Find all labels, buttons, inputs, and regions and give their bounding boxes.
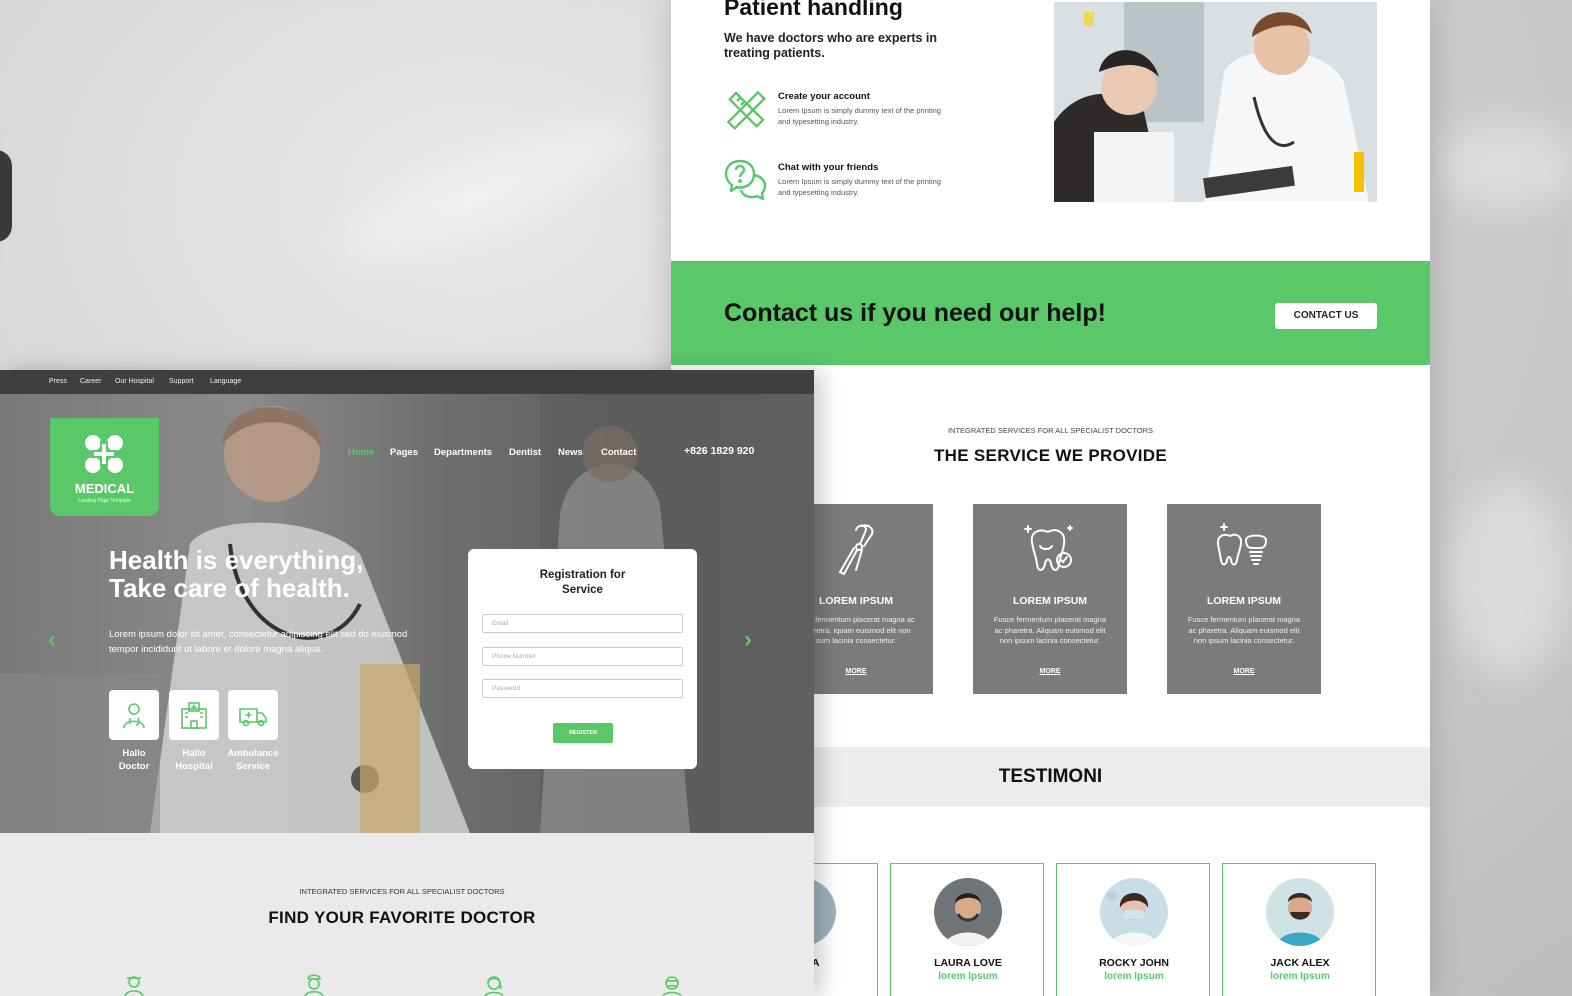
background-light-streak [330, 102, 650, 278]
topbar-link-career[interactable]: Career [80, 378, 101, 385]
register-button[interactable]: REGISTER [553, 723, 613, 743]
nav-item-departments[interactable]: Departments [434, 447, 492, 458]
topbar-link-language[interactable]: Language [210, 378, 241, 385]
testimonial-card[interactable]: ROCKY JOHN lorem Ipsum [1056, 863, 1210, 996]
hospital-icon [181, 702, 207, 729]
hero-headline-line-2: Take care of health. [109, 573, 350, 603]
nav-item-pages[interactable]: Pages [390, 447, 418, 458]
feature-title: Create your account [778, 91, 870, 102]
female-doctor-icon [484, 976, 504, 996]
service-card-title: LOREM IPSUM [1012, 595, 1088, 607]
quick-link-ambulance[interactable] [228, 690, 278, 740]
service-card-desc: usce fermentum placerat magna ac pharetr… [797, 615, 915, 645]
phone-number[interactable]: +826 1829 920 [684, 445, 754, 457]
nurse-icon [304, 974, 324, 996]
service-card-more-link[interactable]: MORE [1167, 668, 1321, 675]
left-landing-page: Press Career Our Hospital Support Langua… [0, 370, 814, 996]
tooth-check-icon [1024, 525, 1073, 571]
avatar [1100, 878, 1168, 946]
slider-prev-arrow[interactable]: ‹ [48, 626, 56, 654]
hero-headline-line-1: Health is everything, [109, 545, 364, 575]
doctor-icon [124, 976, 144, 996]
avatar [934, 878, 1002, 946]
hero-section: MEDICAL Landing Page Template Home Pages… [0, 394, 814, 833]
phone-number-field[interactable]: Phone Number [482, 647, 683, 666]
nav-item-home[interactable]: Home [348, 447, 374, 458]
slider-next-arrow[interactable]: › [744, 626, 752, 654]
feature-title: Chat with your friends [778, 162, 879, 173]
testimonial-name: JACK ALEX [1270, 957, 1330, 969]
quick-link-hospital[interactable] [169, 690, 219, 740]
contact-band: Contact us if you need our help! CONTACT… [671, 261, 1430, 365]
medical-cross-icon [85, 435, 123, 473]
hero-paragraph: Lorem ipsum dolor sit amet, consectetur … [109, 629, 408, 655]
top-utility-bar: Press Career Our Hospital Support Langua… [0, 370, 814, 394]
feature-description: Lorem Ipsum is simply dummy text of the … [778, 177, 941, 197]
find-doctor-title: FIND YOUR FAVORITE DOCTOR [268, 908, 536, 927]
feature-create-account: Create your account Lorem Ipsum is simpl… [723, 87, 953, 137]
patient-handling-title: Patient handling [724, 0, 903, 20]
feature-chat-friends: Chat with your friends Lorem Ipsum is si… [723, 158, 953, 208]
testimonial-role: lorem Ipsum [1104, 971, 1164, 982]
feature-description: Lorem Ipsum is simply dummy text of the … [778, 106, 941, 126]
background-light-streak [1450, 480, 1570, 680]
chat-question-icon [724, 159, 767, 201]
avatar [1266, 878, 1334, 946]
ambulance-icon [239, 708, 267, 727]
find-doctor-kicker: INTEGRATED SERVICES FOR ALL SPECIALIST D… [299, 887, 505, 896]
testimonial-name: LAURA LOVE [934, 957, 1002, 969]
patient-handling-subtitle: We have doctors who are experts in treat… [724, 31, 938, 60]
testimonial-role: lorem Ipsum [1270, 971, 1330, 982]
quick-link-label-line: Service [236, 760, 270, 772]
surgeon-icon [662, 976, 682, 996]
tooth-implant-icon [1216, 523, 1268, 566]
nav-item-contact[interactable]: Contact [601, 447, 636, 458]
registration-title: Registration for Service [468, 568, 697, 598]
testimonial-role: lorem Ipsum [938, 971, 998, 982]
registration-title-line: Registration for [539, 569, 626, 581]
service-card[interactable]: LOREM IPSUM Fusce fermentum placerat mag… [973, 504, 1127, 694]
medical-logo[interactable]: MEDICAL Landing Page Template [50, 418, 159, 516]
password-field[interactable]: Password [482, 679, 683, 698]
nav-item-dentist[interactable]: Dentist [509, 447, 541, 458]
contact-us-button[interactable]: CONTACT US [1275, 303, 1377, 329]
service-card-desc: Fusce fermentum placerat magna ac pharet… [993, 615, 1107, 645]
service-card-desc: Fusce fermentum placerat magna ac pharet… [1187, 615, 1301, 645]
service-card-more-link[interactable]: MORE [973, 668, 1127, 675]
registration-form: Registration for Service Email Phone Num… [468, 549, 697, 769]
testimonial-card[interactable]: JACK ALEX lorem Ipsum [1222, 863, 1376, 996]
doctor-patient-photo [1054, 2, 1377, 202]
testimonial-name: ROCKY JOHN [1099, 957, 1169, 969]
email-field[interactable]: Email [482, 614, 683, 633]
logo-title: MEDICAL [74, 481, 135, 496]
doctor-icon [123, 703, 145, 729]
topbar-link-press[interactable]: Press [49, 378, 67, 385]
service-card[interactable]: LOREM IPSUM Fusce fermentum placerat mag… [1167, 504, 1321, 694]
logo-subtitle: Landing Page Template [78, 498, 131, 504]
contact-band-text: Contact us if you need our help! [724, 299, 1106, 327]
background-light-streak [1440, 120, 1572, 210]
topbar-link-our-hospital[interactable]: Our Hospital [115, 378, 154, 385]
quick-link-label-line: Ambulance [227, 748, 279, 759]
testimonial-card[interactable]: LAURA LOVE lorem Ipsum [890, 863, 1044, 996]
pencil-ruler-icon [727, 91, 766, 130]
topbar-link-support[interactable]: Support [169, 378, 194, 385]
registration-title-line: Service [562, 584, 603, 596]
background-device-edge [0, 150, 12, 242]
quick-link-doctor[interactable] [109, 690, 159, 740]
service-card-title: LOREM IPSUM [1206, 595, 1282, 607]
dental-pliers-icon [838, 524, 874, 576]
hero-headline: Health is everything, Take care of healt… [109, 546, 439, 602]
quick-link-label: Ambulance Service [218, 748, 288, 773]
nav-item-news[interactable]: News [558, 447, 583, 458]
